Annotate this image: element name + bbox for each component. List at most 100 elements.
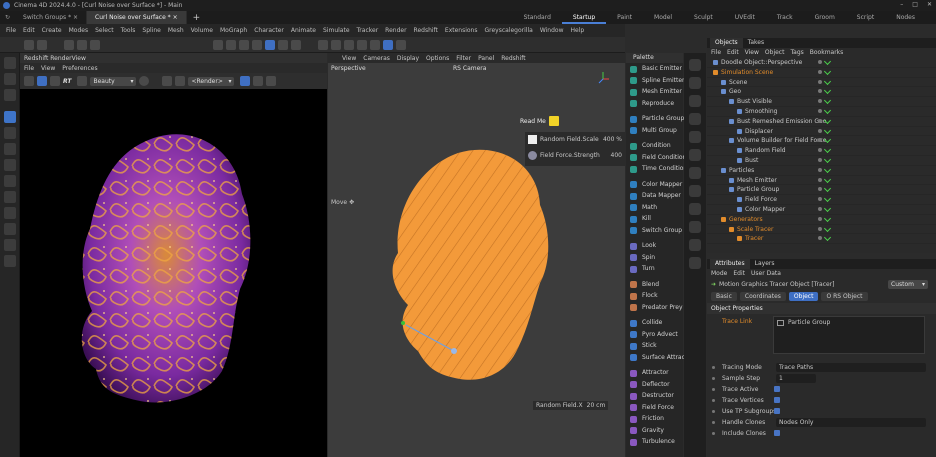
object-tree-row[interactable]: Field Force bbox=[707, 195, 936, 205]
menu-file[interactable]: File bbox=[6, 24, 16, 37]
loop-icon[interactable] bbox=[4, 207, 16, 219]
visibility-dot-icon[interactable] bbox=[818, 206, 822, 211]
attribute-checkbox[interactable] bbox=[774, 430, 780, 436]
visibility-dot-icon[interactable] bbox=[818, 128, 822, 133]
visibility-dot-icon[interactable] bbox=[818, 60, 822, 64]
visibility-dot-icon[interactable] bbox=[818, 236, 822, 241]
visibility-dot-icon[interactable] bbox=[818, 216, 822, 221]
scale-icon[interactable] bbox=[4, 127, 16, 139]
menu-greyscalegorilla[interactable]: Greyscalegorilla bbox=[485, 24, 533, 37]
enabled-check-icon[interactable] bbox=[823, 234, 832, 242]
palette-item[interactable]: Deflector bbox=[626, 379, 683, 391]
object-tree-row[interactable]: Bust bbox=[707, 155, 936, 166]
visibility-dot-icon[interactable] bbox=[818, 177, 822, 182]
keyframe-dot-icon[interactable] bbox=[712, 399, 715, 402]
timeline-icon[interactable] bbox=[383, 39, 393, 50]
layout-standard[interactable]: Standard bbox=[513, 11, 562, 24]
visibility-dot-icon[interactable] bbox=[818, 148, 822, 153]
undo-icon[interactable] bbox=[24, 39, 34, 50]
tag-icon[interactable] bbox=[689, 239, 701, 251]
crop-icon[interactable] bbox=[162, 76, 173, 86]
attr-menu-edit[interactable]: Edit bbox=[733, 269, 745, 279]
palette-item[interactable]: Turbulence bbox=[626, 436, 683, 448]
enabled-check-icon[interactable] bbox=[823, 175, 832, 183]
layout-groom[interactable]: Groom bbox=[804, 11, 846, 24]
render-stop-icon[interactable] bbox=[24, 76, 34, 86]
menu-select[interactable]: Select bbox=[95, 24, 114, 37]
visibility-dot-icon[interactable] bbox=[818, 157, 822, 162]
snowflake-icon[interactable] bbox=[266, 76, 277, 86]
close-tab-icon[interactable]: × bbox=[73, 14, 78, 21]
palette-item[interactable]: Basic Emitter bbox=[626, 63, 683, 75]
field-icon[interactable] bbox=[689, 185, 701, 197]
menu-mograph[interactable]: MoGraph bbox=[220, 24, 247, 37]
viewport-3d[interactable]: Perspective RS Camera Read Me Random Fie… bbox=[328, 63, 625, 457]
attr-menu-mode[interactable]: Mode bbox=[711, 269, 727, 279]
menu-render[interactable]: Render bbox=[385, 24, 406, 37]
menu-tracker[interactable]: Tracker bbox=[357, 24, 379, 37]
enabled-check-icon[interactable] bbox=[823, 224, 832, 232]
palette-item[interactable]: Kill bbox=[626, 213, 683, 225]
move-tool-icon[interactable] bbox=[64, 39, 74, 50]
layout-startup[interactable]: Startup bbox=[561, 11, 607, 24]
tab-attributes[interactable]: Attributes bbox=[710, 259, 750, 269]
tab-objects[interactable]: Objects bbox=[710, 38, 743, 48]
visibility-dot-icon[interactable] bbox=[818, 79, 822, 84]
hud-random-field-x[interactable]: Random Field.X 20 cm bbox=[533, 401, 609, 410]
palette-item[interactable]: Collide bbox=[626, 317, 683, 329]
render-settings-icon[interactable] bbox=[239, 39, 249, 50]
visibility-dot-icon[interactable] bbox=[818, 226, 822, 231]
doc-tab-switch-groups[interactable]: Switch Groups * × bbox=[15, 11, 88, 24]
palette-item[interactable]: Surface Attract bbox=[626, 352, 687, 364]
trace-link-item[interactable]: Particle Group bbox=[774, 317, 924, 328]
object-tree-row[interactable]: Volume Builder for Field Force bbox=[707, 136, 936, 147]
attribute-row[interactable]: Trace Vertices bbox=[707, 395, 936, 406]
close-icon[interactable]: ✕ bbox=[927, 1, 932, 8]
enabled-check-icon[interactable] bbox=[823, 126, 832, 134]
object-tree-row[interactable]: Simulation Scene bbox=[707, 67, 936, 78]
layout-sculpt[interactable]: Sculpt bbox=[683, 11, 724, 24]
move-icon[interactable] bbox=[4, 111, 16, 123]
doc-tab-curl-noise[interactable]: Curl Noise over Surface * × bbox=[87, 11, 187, 24]
attribute-checkbox[interactable] bbox=[774, 386, 780, 392]
rv-menu-file[interactable]: File bbox=[24, 65, 34, 72]
menu-animate[interactable]: Animate bbox=[291, 24, 316, 37]
scale-tool-icon[interactable] bbox=[77, 39, 87, 50]
rotate-tool-icon[interactable] bbox=[90, 39, 100, 50]
keyframe-dot-icon[interactable] bbox=[712, 366, 715, 369]
object-tree-row[interactable]: Color Mapper bbox=[707, 204, 936, 215]
attribute-row[interactable]: Sample Step 1 bbox=[707, 373, 936, 384]
enabled-check-icon[interactable] bbox=[823, 214, 832, 222]
pen-icon[interactable] bbox=[689, 257, 701, 269]
close-tab-icon[interactable]: × bbox=[173, 14, 178, 21]
render-region-icon[interactable] bbox=[213, 39, 223, 50]
object-tree-row[interactable]: Random Field bbox=[707, 146, 936, 156]
readme-label[interactable]: Read Me bbox=[520, 116, 559, 126]
palette-item[interactable]: Gravity bbox=[626, 425, 683, 437]
object-tree-row[interactable]: Scale Tracer bbox=[707, 224, 936, 235]
render-start-icon[interactable] bbox=[37, 76, 47, 86]
square-icon[interactable] bbox=[689, 59, 701, 71]
live-select-icon[interactable] bbox=[4, 89, 16, 101]
object-tree-row[interactable]: Smoothing bbox=[707, 106, 936, 117]
trace-link-list[interactable]: Particle Group bbox=[773, 316, 925, 354]
render-dropdown[interactable]: <Render> ▾ bbox=[188, 76, 235, 86]
obj-menu-edit[interactable]: Edit bbox=[727, 48, 739, 58]
tweak-icon[interactable] bbox=[4, 255, 16, 267]
palette-item[interactable]: Field Force bbox=[626, 402, 683, 414]
menu-simulate[interactable]: Simulate bbox=[323, 24, 350, 37]
light-icon[interactable] bbox=[689, 203, 701, 215]
aov-dropdown[interactable]: Beauty ▾ bbox=[90, 76, 137, 86]
rv-menu-preferences[interactable]: Preferences bbox=[62, 65, 97, 72]
render-output-image[interactable] bbox=[20, 89, 327, 457]
attr-button-basic[interactable]: Basic bbox=[711, 292, 737, 301]
enabled-check-icon[interactable] bbox=[823, 146, 832, 154]
knife-icon[interactable] bbox=[4, 175, 16, 187]
palette-item[interactable]: Spline Emitter bbox=[626, 75, 685, 87]
palette-item[interactable]: Particle Group bbox=[626, 113, 684, 125]
clock-icon[interactable] bbox=[396, 39, 406, 50]
viewport-solo-icon[interactable] bbox=[252, 39, 262, 50]
enabled-check-icon[interactable] bbox=[823, 77, 832, 85]
palette-item[interactable]: Spin bbox=[626, 252, 683, 264]
enabled-check-icon[interactable] bbox=[823, 165, 832, 173]
